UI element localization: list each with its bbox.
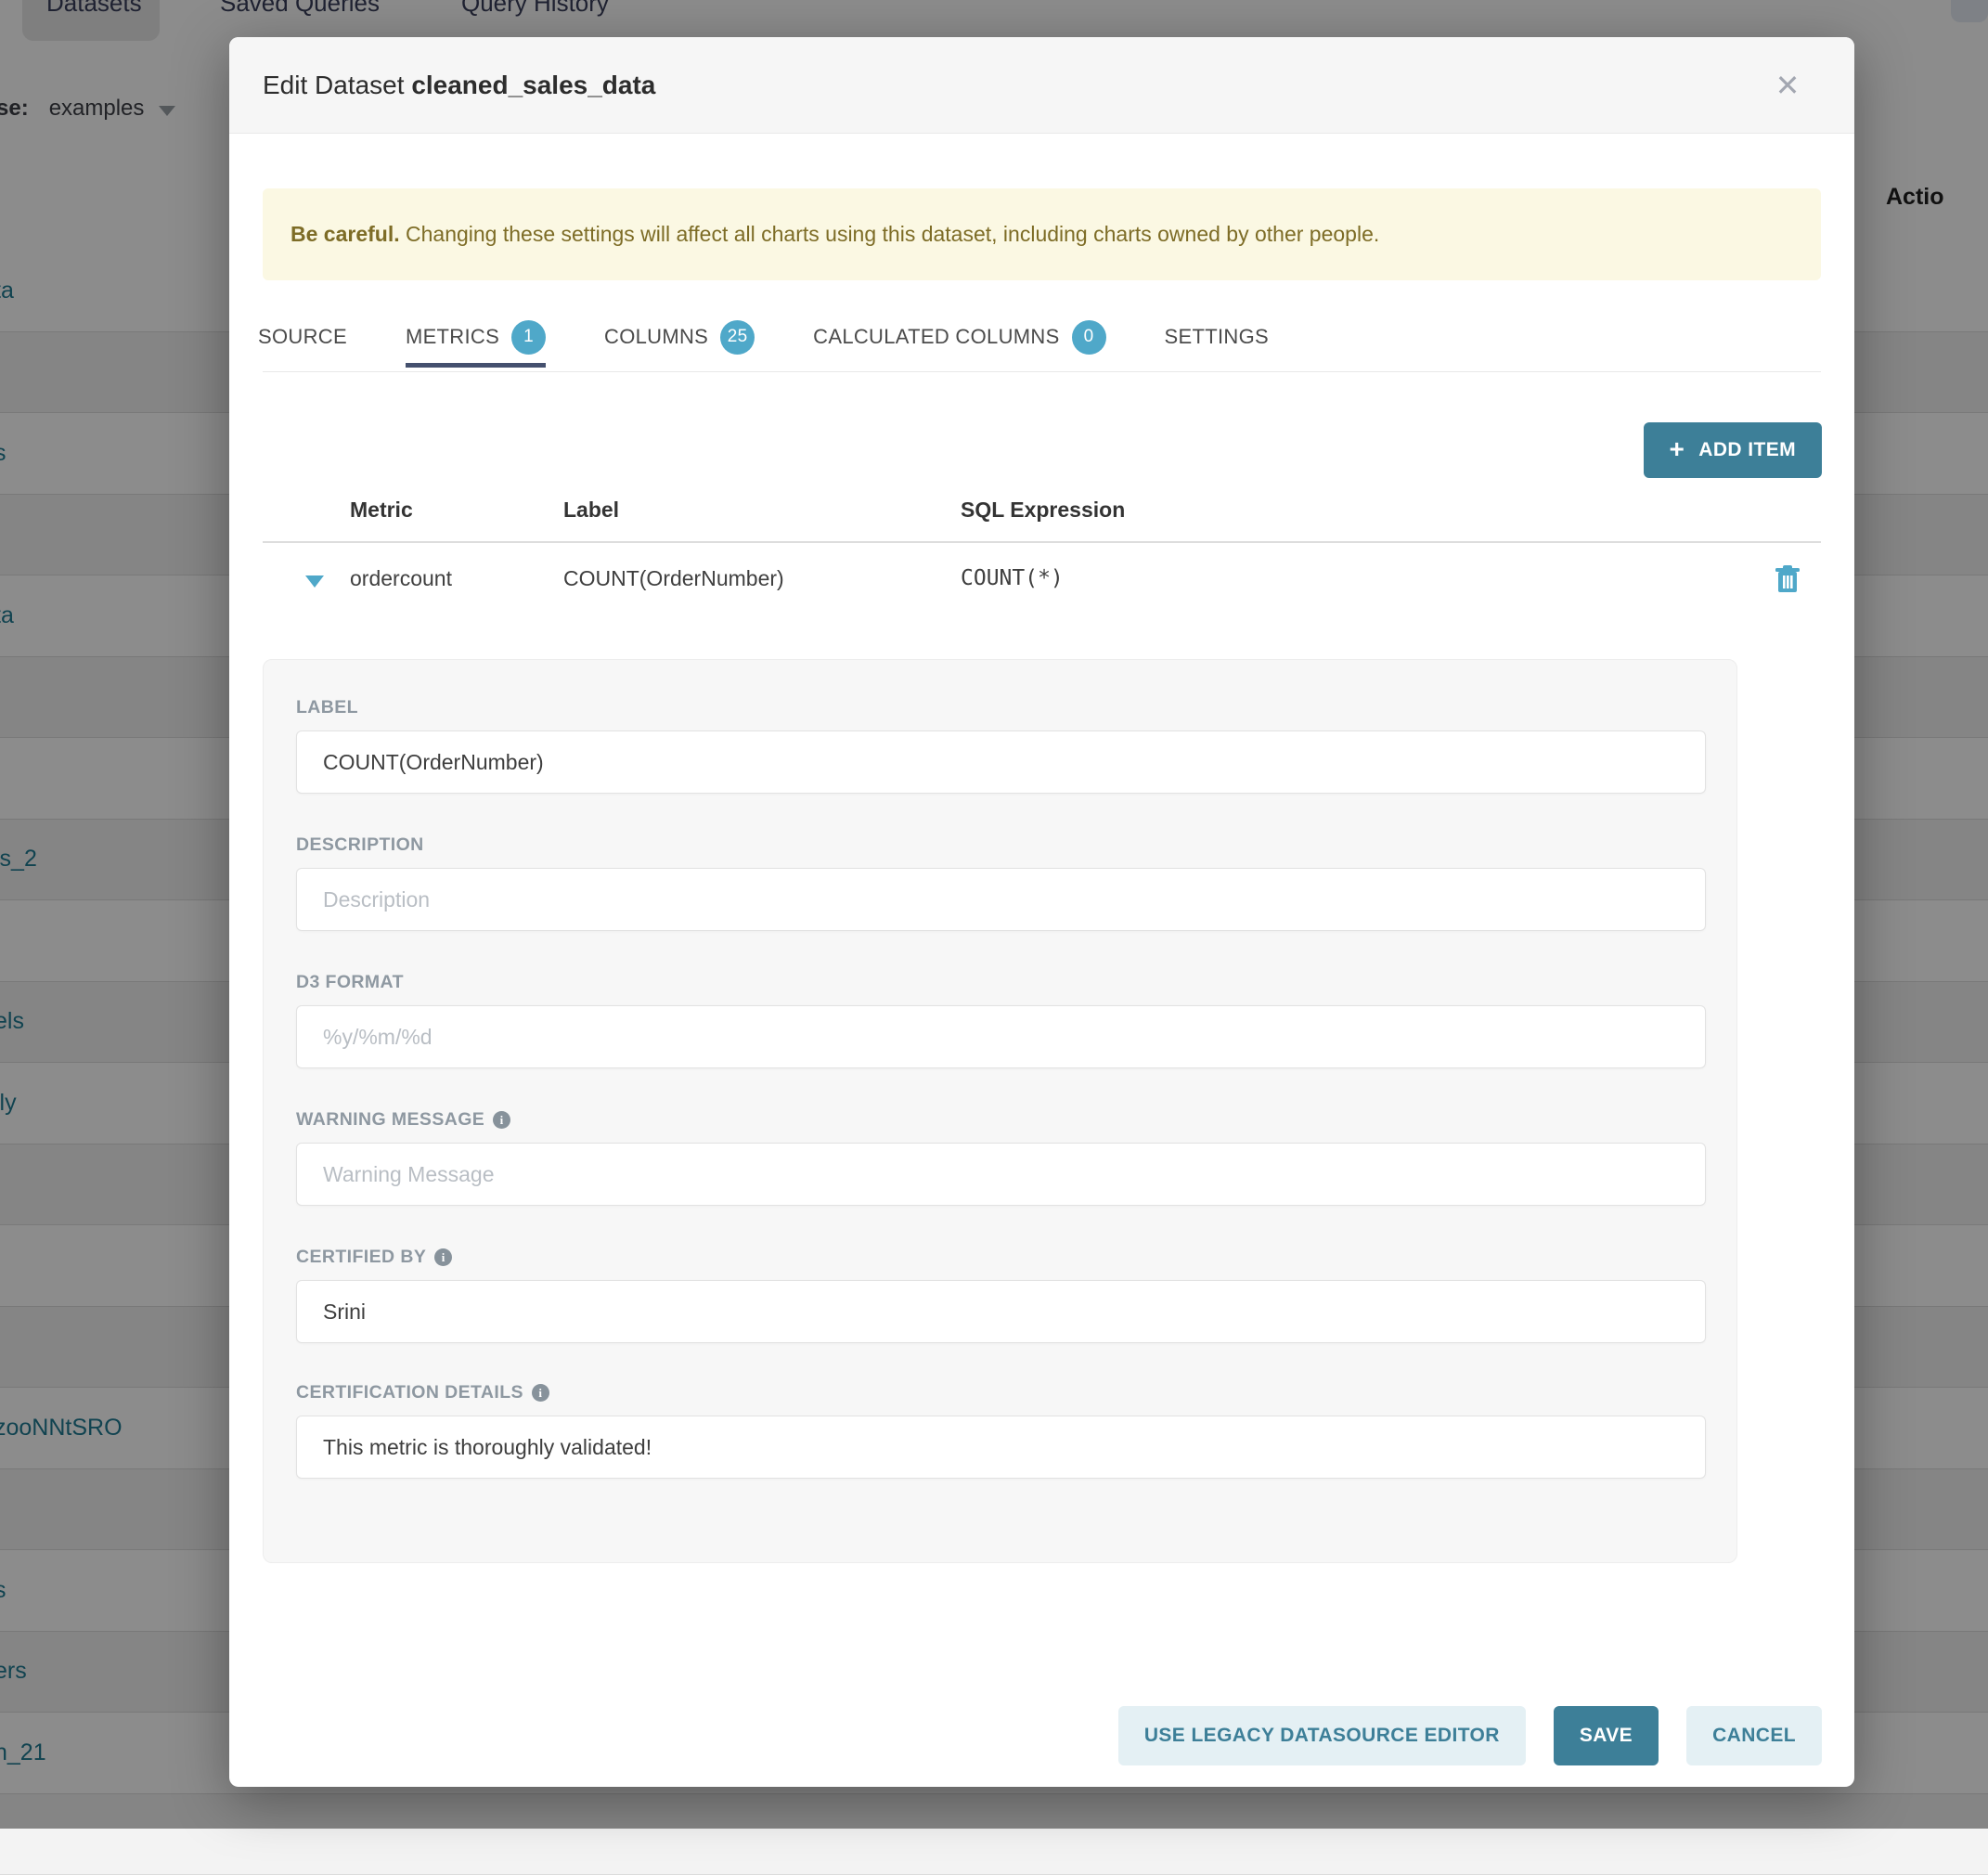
save-button[interactable]: SAVE	[1554, 1706, 1659, 1765]
tabs-divider	[263, 371, 1821, 372]
modal-tabs: SOURCE METRICS 1 COLUMNS 25 CALCULATED C…	[258, 306, 1269, 372]
modal-header: Edit Dataset cleaned_sales_data ✕	[229, 37, 1854, 134]
warning-banner-bold: Be careful.	[290, 222, 400, 246]
metrics-count-badge: 1	[511, 320, 546, 355]
warning-banner-text: Changing these settings will affect all …	[400, 222, 1380, 246]
tab-columns[interactable]: COLUMNS 25	[604, 306, 755, 368]
use-legacy-datasource-editor-button[interactable]: USE LEGACY DATASOURCE EDITOR	[1118, 1706, 1526, 1765]
columns-count-badge: 25	[720, 320, 755, 355]
column-header-label: Label	[563, 498, 619, 523]
form-field: LABEL	[296, 697, 1706, 794]
d3-format-input[interactable]	[296, 1005, 1706, 1068]
form-field: D3 FORMAT	[296, 972, 1706, 1068]
tab-calculated-columns[interactable]: CALCULATED COLUMNS 0	[813, 306, 1105, 368]
warning-banner: Be careful. Changing these settings will…	[263, 188, 1821, 280]
label-input[interactable]	[296, 731, 1706, 794]
modal-title: Edit Dataset cleaned_sales_data	[263, 71, 655, 100]
add-item-button[interactable]: + ADD ITEM	[1644, 422, 1822, 478]
edit-dataset-modal: Edit Dataset cleaned_sales_data ✕ Be car…	[229, 37, 1854, 1787]
field-label: CERTIFICATION DETAILSi	[296, 1382, 1706, 1403]
metric-row: ordercount COUNT(OrderNumber) COUNT(*)	[229, 553, 1854, 613]
form-field: CERTIFICATION DETAILSi	[296, 1382, 1706, 1479]
tab-settings[interactable]: SETTINGS	[1165, 306, 1269, 368]
info-icon[interactable]: i	[434, 1248, 452, 1266]
tab-settings-label: SETTINGS	[1165, 325, 1269, 349]
metric-sql-expression: COUNT(*)	[961, 566, 1064, 590]
warning-message-input[interactable]	[296, 1143, 1706, 1206]
column-header-metric: Metric	[350, 498, 413, 523]
field-label: WARNING MESSAGEi	[296, 1109, 1706, 1131]
add-item-label: ADD ITEM	[1698, 439, 1796, 461]
column-header-sql-expression: SQL Expression	[961, 498, 1125, 523]
tab-source[interactable]: SOURCE	[258, 306, 347, 368]
metrics-header-divider	[263, 541, 1821, 543]
metric-detail-panel: LABEL DESCRIPTION D3 FORMAT WARNING MESSAGE…	[263, 659, 1737, 1563]
tab-metrics[interactable]: METRICS 1	[406, 306, 546, 368]
form-field: WARNING MESSAGEi	[296, 1109, 1706, 1206]
field-label: D3 FORMAT	[296, 972, 1706, 993]
modal-title-dataset-name: cleaned_sales_data	[411, 71, 655, 99]
info-icon[interactable]: i	[493, 1111, 510, 1129]
form-field: CERTIFIED BYi	[296, 1247, 1706, 1343]
delete-metric-icon[interactable]	[1775, 564, 1801, 599]
tab-calculated-columns-label: CALCULATED COLUMNS	[813, 325, 1059, 349]
form-field: DESCRIPTION	[296, 834, 1706, 931]
collapse-caret-icon[interactable]	[305, 575, 324, 588]
calculated-columns-count-badge: 0	[1072, 320, 1106, 355]
metric-label: COUNT(OrderNumber)	[563, 566, 784, 591]
certification-details-input[interactable]	[296, 1416, 1706, 1479]
field-label: DESCRIPTION	[296, 834, 1706, 856]
metric-name: ordercount	[350, 566, 452, 591]
plus-icon: +	[1670, 434, 1685, 464]
field-label: CERTIFIED BYi	[296, 1247, 1706, 1268]
modal-footer: USE LEGACY DATASOURCE EDITOR SAVE CANCEL	[1118, 1706, 1822, 1765]
cancel-button[interactable]: CANCEL	[1686, 1706, 1822, 1765]
tab-columns-label: COLUMNS	[604, 325, 708, 349]
close-icon[interactable]: ✕	[1760, 37, 1815, 133]
tab-metrics-label: METRICS	[406, 325, 499, 349]
tab-source-label: SOURCE	[258, 325, 347, 349]
certified-by-input[interactable]	[296, 1280, 1706, 1343]
description-input[interactable]	[296, 868, 1706, 931]
modal-title-prefix: Edit Dataset	[263, 71, 405, 99]
info-icon[interactable]: i	[532, 1384, 549, 1402]
field-label: LABEL	[296, 697, 1706, 718]
